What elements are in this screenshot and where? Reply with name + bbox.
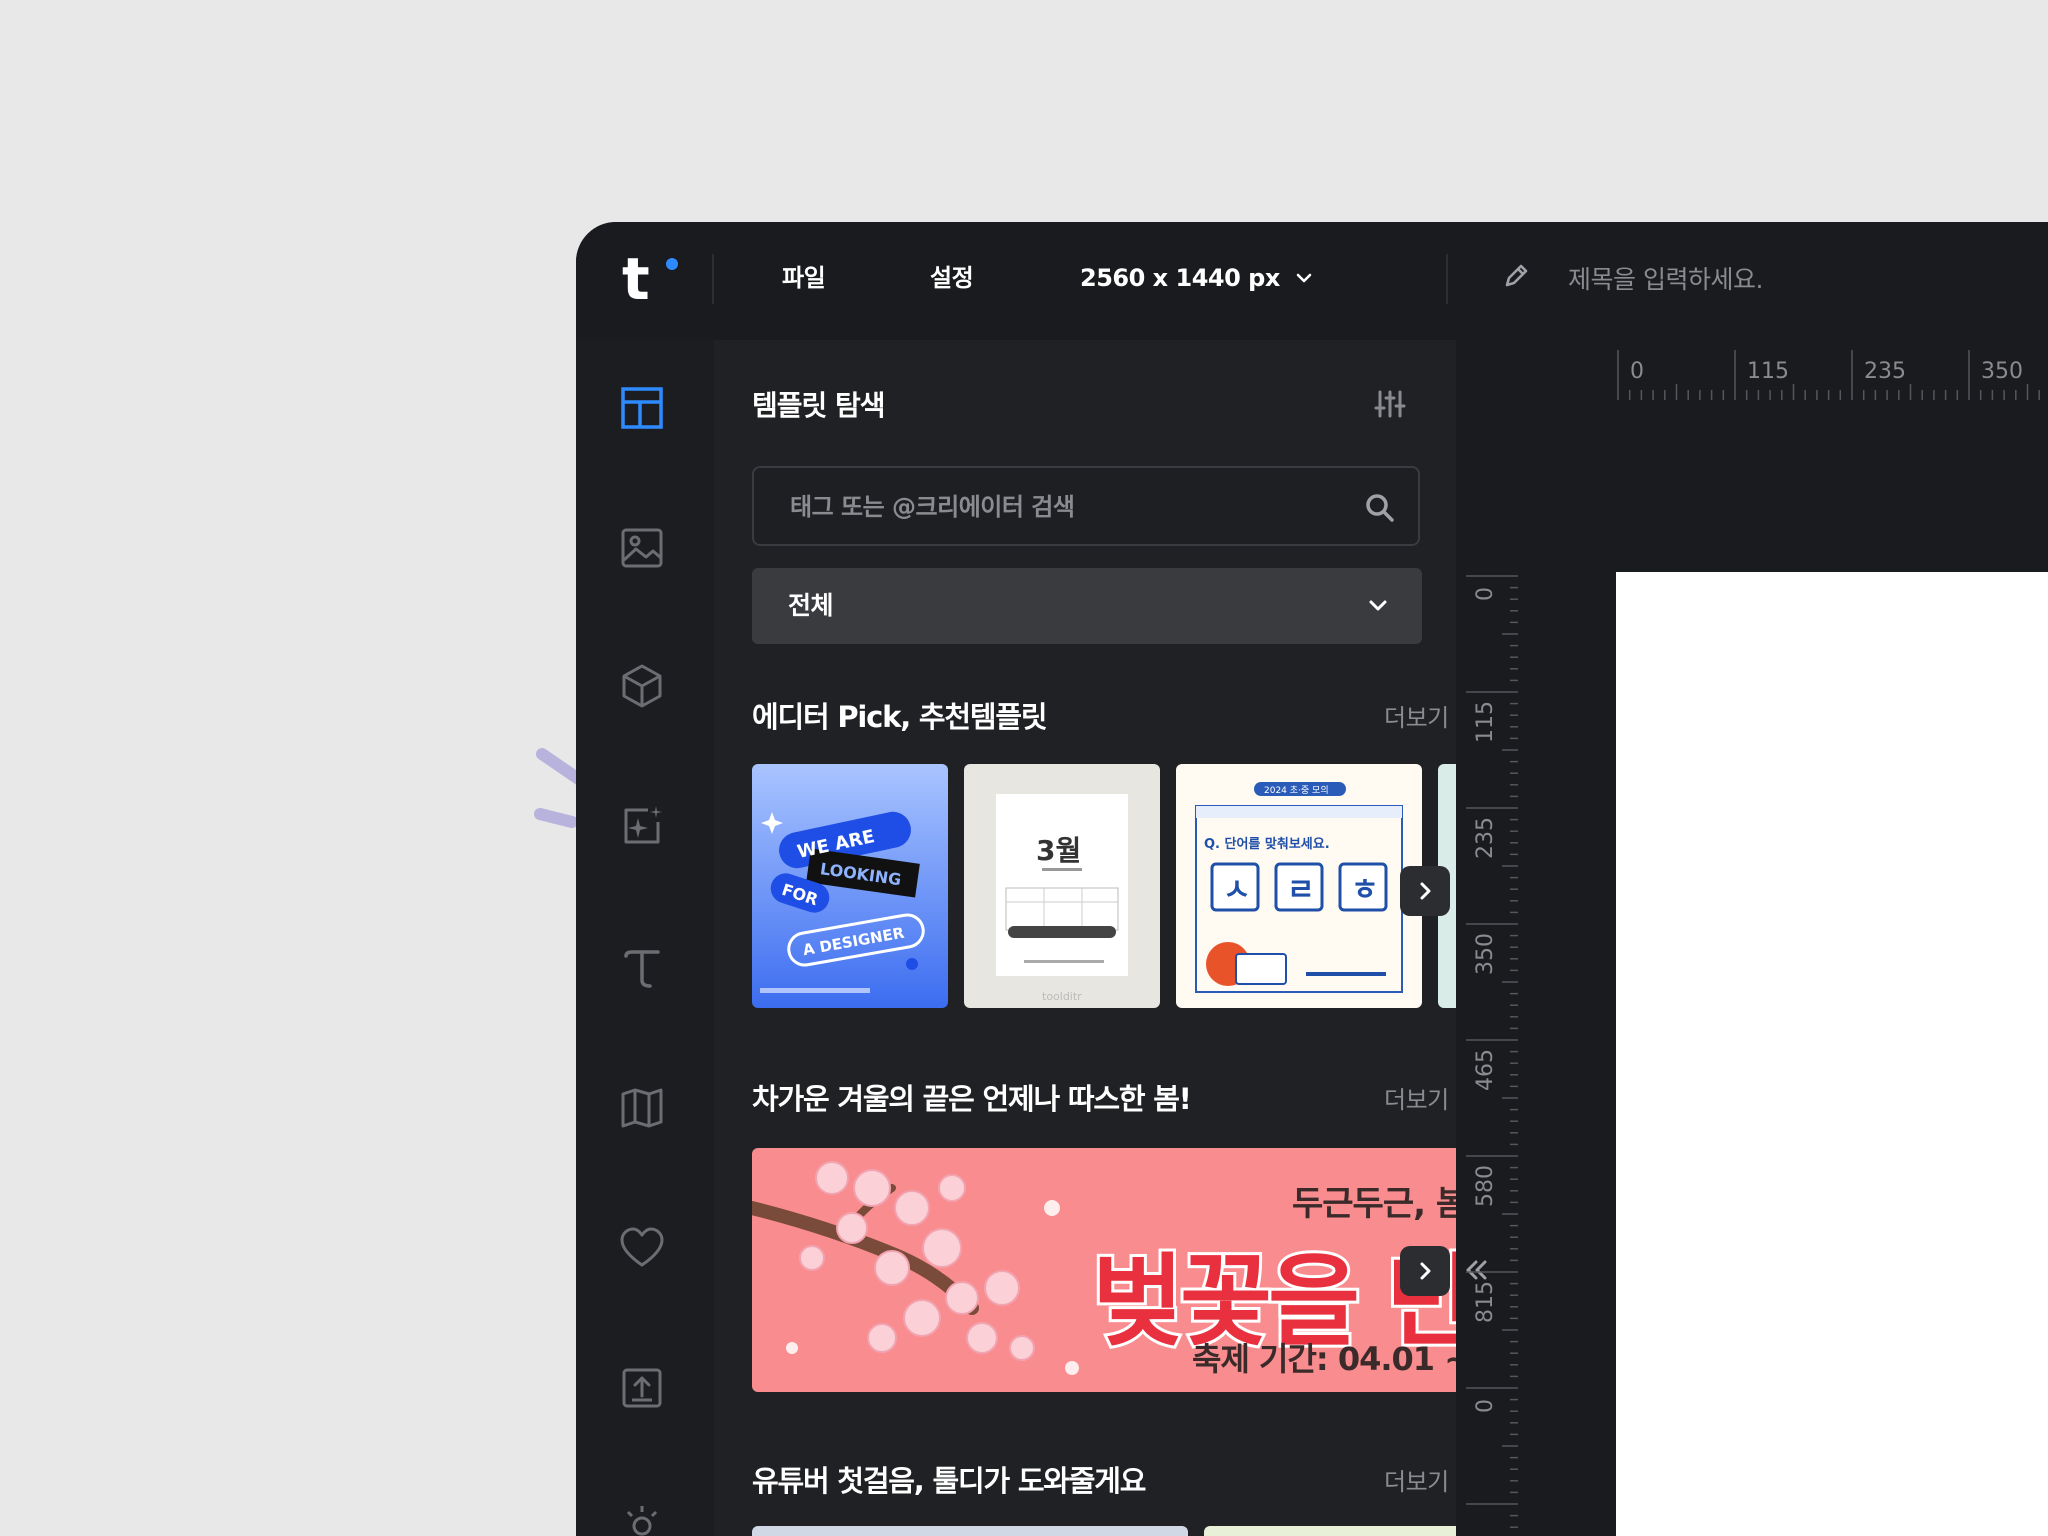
thumb-text: ㅎ [1351,873,1379,908]
ruler-label: 115 [1747,359,1789,384]
category-selected-value: 전체 [788,591,834,620]
ruler-label: 350 [1473,933,1498,975]
thumb-text: ㅅ [1223,873,1251,908]
chevron-down-icon [1296,273,1312,283]
logo-letter: t [622,245,650,313]
pencil-icon [1505,264,1528,287]
template-thumbnail-youtube-2[interactable] [1204,1526,1456,1536]
thumbnail-artwork: WE ARE LOOKING FOR A DESIGNER [752,764,948,1008]
canvas-area: 0 115 235 350 0 115 235 350 465 580 815 0 [1456,340,2048,1536]
thumbnail-artwork: 3월 toolditr [996,794,1128,1003]
canvas-size-dropdown[interactable]: 2560 x 1440 px [1080,258,1314,298]
thumb-text: 2024 초·중 모의 [1264,785,1329,796]
section-title-youtuber: 유튜버 첫걸음, 툴디가 도와줄게요 [752,1464,1146,1498]
thumb-text: toolditr [1042,990,1082,1003]
category-select[interactable]: 전체 [752,568,1422,644]
carousel-next-button[interactable] [1400,1246,1450,1296]
carousel-next-button[interactable] [1400,866,1450,916]
banner-subtitle: 두근두근, 봄 [1292,1184,1456,1224]
template-banner-cherry-blossom[interactable]: 두근두근, 봄 벚꽃을 만 축제 기간: 04.01 ~ 0 [752,1148,1456,1392]
top-bar: t 파일 설정 2560 x 1440 px [576,222,2048,341]
section-title-editor-pick: 에디터 Pick, 추천템플릿 [752,700,1048,734]
heart-icon[interactable] [618,1224,666,1272]
upload-icon[interactable] [618,1364,666,1412]
banner-date: 축제 기간: 04.01 ~ 0 [1192,1340,1456,1378]
logo-dot [666,258,678,270]
chevron-down-icon [1369,600,1387,611]
menu-file[interactable]: 파일 [782,258,826,298]
sun-icon[interactable] [618,1502,666,1536]
ruler-label: 115 [1473,701,1498,743]
search-icon[interactable] [1364,492,1396,524]
ruler-label: 0 [1473,587,1498,601]
template-icon[interactable] [618,384,666,432]
template-search-input[interactable] [788,468,1352,546]
element-cube-icon[interactable] [618,662,666,710]
ruler-label: 0 [1473,1399,1498,1413]
tool-sidebar [576,340,714,1536]
more-link-spring[interactable]: 더보기 [1384,1080,1449,1115]
template-thumbnail-youtube-1[interactable] [752,1526,1188,1536]
ruler-label: 815 [1473,1281,1498,1323]
cherry-blossom-branch-art [752,1161,1079,1375]
ruler-label: 235 [1864,359,1906,384]
menu-settings[interactable]: 설정 [930,258,974,298]
ruler-label: 580 [1473,1165,1498,1207]
editor-window: t 파일 설정 2560 x 1440 px 제목을 입력하세요. 템플릿 탐색… [576,222,2048,1536]
template-panel: 템플릿 탐색 전체 에디터 Pick, 추천템플릿 더보기 [714,340,1456,1536]
ai-sparkle-icon[interactable] [618,802,666,850]
template-search-box [752,466,1420,546]
template-thumbnail-designer[interactable]: WE ARE LOOKING FOR A DESIGNER [752,764,948,1008]
ruler-label: 465 [1473,1049,1498,1091]
thumb-text: ㄹ [1287,873,1315,908]
thumbnail-artwork: 2024 초·중 모의 Q. 단어를 맞춰보세요. ㅅ ㄹ ㅎ [1195,782,1403,993]
image-icon[interactable] [618,524,666,572]
panel-title: 템플릿 탐색 [752,389,886,422]
chevron-right-icon [1420,1262,1431,1280]
chevron-right-icon [1420,882,1431,900]
divider [712,254,714,304]
ruler-label: 0 [1630,359,1644,384]
map-icon[interactable] [618,1084,666,1132]
ruler-label: 235 [1473,817,1498,859]
thumb-text: Q. 단어를 맞춰보세요. [1204,836,1330,852]
template-thumbnail-march[interactable]: 3월 toolditr [964,764,1160,1008]
more-link-editor-pick[interactable]: 더보기 [1384,698,1449,733]
document-title-input[interactable] [1566,256,1990,302]
thumb-text: 3월 [1036,834,1081,867]
artboard[interactable] [1616,572,2048,1536]
more-link-youtuber[interactable]: 더보기 [1384,1462,1449,1497]
canvas-size-label: 2560 x 1440 px [1080,264,1280,292]
divider [1446,254,1448,304]
tooldi-logo[interactable]: t [622,246,682,312]
vertical-ruler: 0 115 235 350 465 580 815 0 [1466,575,1518,1528]
ruler-label: 350 [1981,359,2023,384]
section-title-spring: 차가운 겨울의 끝은 언제나 따스한 봄! [752,1082,1192,1116]
template-thumbnail-quiz[interactable]: 2024 초·중 모의 Q. 단어를 맞춰보세요. ㅅ ㄹ ㅎ [1176,764,1422,1008]
horizontal-ruler: 0 115 235 350 [1617,350,2040,400]
filter-sliders-icon[interactable] [1372,386,1408,422]
text-icon[interactable] [618,944,666,992]
